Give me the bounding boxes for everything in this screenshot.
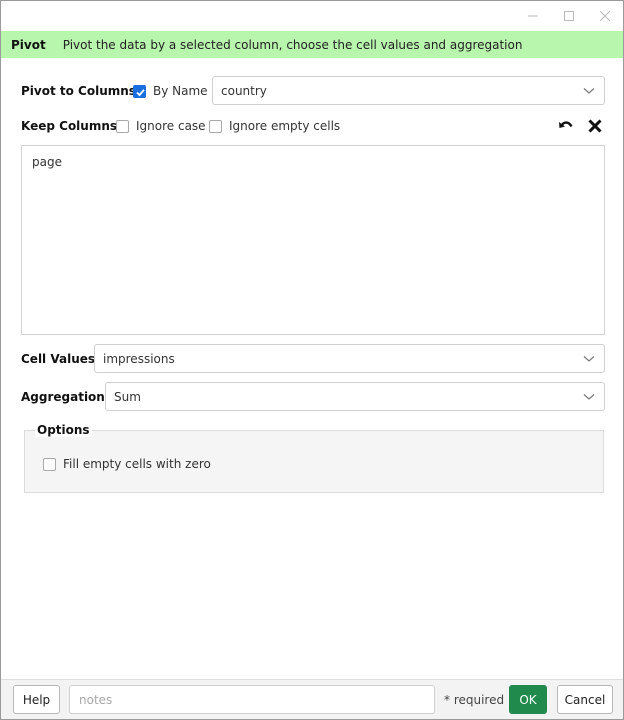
close-window-icon: [600, 11, 610, 21]
maximize-button[interactable]: [551, 1, 587, 31]
header-banner: Pivot Pivot the data by a selected colum…: [1, 31, 623, 58]
close-window-button[interactable]: [587, 1, 623, 31]
ignore-case-checkbox[interactable]: [116, 120, 129, 133]
title-bar: [1, 1, 623, 31]
pivot-to-columns-label: Pivot to Columns: [21, 84, 136, 98]
chevron-down-icon: [583, 394, 595, 400]
ignore-empty-cells-checkbox[interactable]: [209, 120, 222, 133]
minimize-icon: [528, 15, 538, 17]
fill-zero-label: Fill empty cells with zero: [63, 457, 211, 471]
aggregation-label: Aggregation: [21, 390, 105, 404]
checkmark-icon: [136, 89, 145, 97]
by-name-checkbox[interactable]: [133, 85, 146, 98]
clear-button[interactable]: [586, 117, 604, 135]
ok-button[interactable]: OK: [509, 685, 547, 714]
maximize-icon: [564, 11, 574, 21]
required-label: * required: [444, 693, 505, 707]
ignore-case-label: Ignore case: [136, 119, 206, 133]
ignore-empty-cells-label: Ignore empty cells: [229, 119, 341, 133]
aggregation-value: Sum: [114, 389, 141, 404]
close-icon: [588, 119, 602, 133]
banner-description: Pivot the data by a selected column, cho…: [62, 37, 523, 52]
cell-values-value: impressions: [103, 351, 175, 366]
chevron-down-icon: [583, 356, 595, 362]
notes-input[interactable]: [69, 685, 435, 714]
fill-zero-checkbox[interactable]: [43, 458, 56, 471]
by-name-label: By Name: [153, 84, 208, 98]
pivot-dialog: Pivot Pivot the data by a selected colum…: [0, 0, 624, 720]
banner-title: Pivot: [11, 37, 46, 52]
cancel-button[interactable]: Cancel: [557, 685, 613, 714]
chevron-down-icon: [583, 88, 595, 94]
keep-columns-label: Keep Columns: [21, 119, 118, 133]
pivot-column-value: country: [221, 83, 267, 98]
undo-icon: [559, 121, 573, 128]
cell-values-label: Cell Values: [21, 352, 96, 366]
minimize-button[interactable]: [515, 1, 551, 31]
pivot-column-select[interactable]: country: [212, 76, 605, 105]
undo-button[interactable]: [557, 117, 575, 135]
help-button[interactable]: Help: [13, 685, 60, 714]
cell-values-select[interactable]: impressions: [94, 344, 605, 373]
aggregation-select[interactable]: Sum: [105, 382, 605, 411]
keep-columns-textarea[interactable]: page: [21, 145, 605, 335]
keep-columns-text: page: [32, 155, 62, 169]
options-title: Options: [35, 423, 92, 437]
